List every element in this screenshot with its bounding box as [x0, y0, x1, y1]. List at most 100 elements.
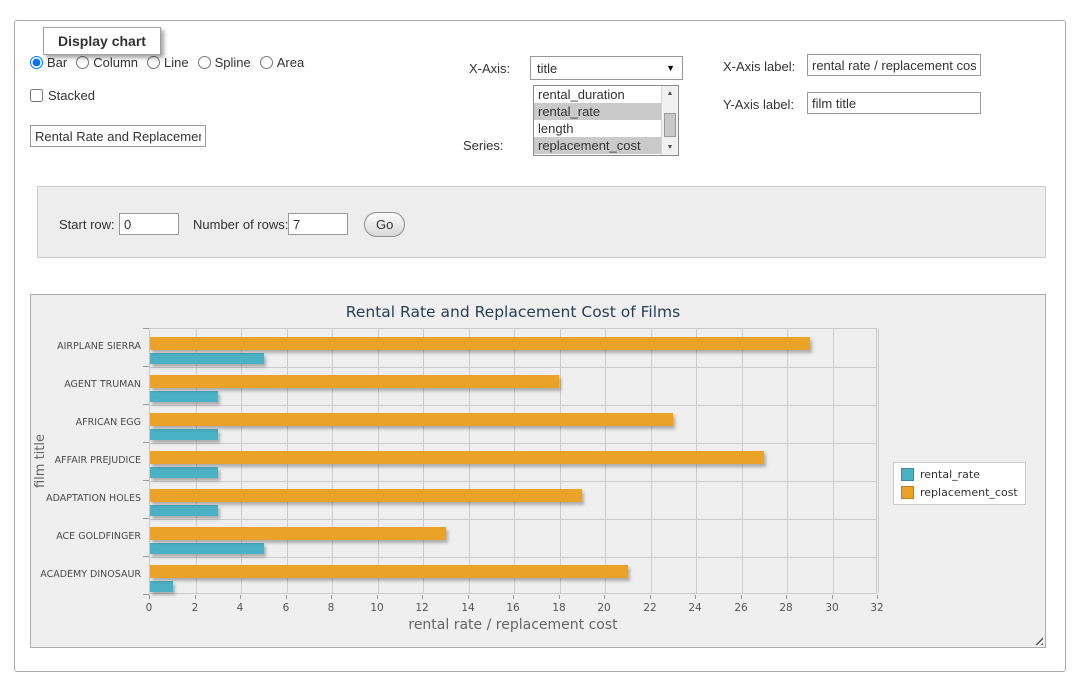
bar-replacement_cost: [150, 527, 446, 540]
chart-title-input[interactable]: [30, 125, 206, 147]
rows-panel: Start row: Number of rows: Go: [37, 186, 1046, 258]
x-tick-label: 20: [584, 602, 624, 614]
legend-swatch-replacement_cost: [901, 486, 914, 499]
x-tick-label: 26: [721, 602, 761, 614]
x-tick-mark: [240, 595, 241, 599]
x-tick-label: 2: [175, 602, 215, 614]
chart-type-line-label: Line: [164, 55, 189, 70]
x-tick-label: 32: [857, 602, 897, 614]
y-tick-mark: [143, 404, 149, 405]
stacked-checkbox-row[interactable]: Stacked: [30, 88, 95, 103]
chart-type-line[interactable]: Line: [147, 55, 189, 70]
stacked-label: Stacked: [48, 88, 95, 103]
chart-type-line-radio[interactable]: [147, 56, 160, 69]
bar-rental_rate: [150, 467, 218, 478]
x-tick-mark: [741, 595, 742, 599]
chart-type-column-radio[interactable]: [76, 56, 89, 69]
x-axis-select-value: title: [537, 61, 557, 76]
stacked-checkbox[interactable]: [30, 89, 43, 102]
chart-type-bar-radio[interactable]: [30, 56, 43, 69]
x-tick-mark: [559, 595, 560, 599]
x-tick-label: 28: [766, 602, 806, 614]
bar-rental_rate: [150, 543, 264, 554]
page: Display chart Bar Column Line Spline Are…: [0, 0, 1081, 681]
x-tick-mark: [604, 595, 605, 599]
chart-type-column[interactable]: Column: [76, 55, 138, 70]
bar-rental_rate: [150, 581, 173, 592]
scrollbar-thumb[interactable]: [664, 113, 676, 137]
x-tick-label: 30: [812, 602, 852, 614]
category-tick-label: AGENT TRUMAN: [31, 379, 141, 390]
x-tick-label: 24: [675, 602, 715, 614]
x-tick-mark: [468, 595, 469, 599]
go-button[interactable]: Go: [364, 212, 405, 237]
series-option-replacement-cost[interactable]: replacement_cost: [534, 137, 678, 154]
x-tick-mark: [650, 595, 651, 599]
x-tick-mark: [377, 595, 378, 599]
legend-label-rental_rate: rental_rate: [920, 468, 980, 481]
chart-type-spline[interactable]: Spline: [198, 55, 251, 70]
gridline: [150, 367, 876, 368]
gridline: [878, 329, 879, 593]
x-axis-label-label: X-Axis label:: [723, 59, 795, 74]
x-tick-label: 4: [220, 602, 260, 614]
y-axis-label-label: Y-Axis label:: [723, 97, 794, 112]
chart-type-radio-group: Bar Column Line Spline Area: [30, 55, 304, 70]
series-option-length[interactable]: length: [534, 120, 678, 137]
gridline: [150, 443, 876, 444]
scroll-down-icon[interactable]: ▼: [662, 140, 678, 155]
legend-label-replacement_cost: replacement_cost: [920, 486, 1018, 499]
num-rows-label: Number of rows:: [193, 217, 288, 232]
chevron-down-icon: ▼: [666, 63, 675, 73]
chart-type-bar[interactable]: Bar: [30, 55, 67, 70]
series-option-rental-duration[interactable]: rental_duration: [534, 86, 678, 103]
category-tick-label: AFFAIR PREJUDICE: [31, 455, 141, 466]
category-tick-label: ACADEMY DINOSAUR: [31, 569, 141, 580]
chart-type-area-label: Area: [277, 55, 304, 70]
bar-replacement_cost: [150, 413, 673, 426]
category-tick-label: ACE GOLDFINGER: [31, 531, 141, 542]
bar-replacement_cost: [150, 337, 810, 350]
x-tick-label: 6: [266, 602, 306, 614]
listbox-scrollbar[interactable]: ▲ ▼: [661, 86, 678, 155]
chart-legend: rental_rate replacement_cost: [893, 462, 1026, 505]
category-tick-label: AFRICAN EGG: [31, 417, 141, 428]
chart-type-area[interactable]: Area: [260, 55, 304, 70]
gridline: [150, 519, 876, 520]
series-option-rental-rate[interactable]: rental_rate: [534, 103, 678, 120]
resize-handle-icon[interactable]: [1032, 634, 1043, 645]
y-tick-mark: [143, 518, 149, 519]
x-tick-mark: [422, 595, 423, 599]
series-list-label: Series:: [463, 138, 503, 153]
x-axis-select-label: X-Axis:: [469, 61, 510, 76]
chart-title: Rental Rate and Replacement Cost of Film…: [149, 303, 877, 321]
bar-rental_rate: [150, 505, 218, 516]
x-axis-label-input[interactable]: [807, 54, 981, 76]
chart-type-spline-radio[interactable]: [198, 56, 211, 69]
y-tick-mark: [143, 480, 149, 481]
gridline: [787, 329, 788, 593]
x-tick-mark: [695, 595, 696, 599]
y-tick-mark: [143, 556, 149, 557]
num-rows-input[interactable]: [288, 213, 348, 235]
start-row-input[interactable]: [119, 213, 179, 235]
chart-x-axis-title: rental rate / replacement cost: [149, 617, 877, 633]
gridline: [150, 557, 876, 558]
gridline: [150, 405, 876, 406]
x-tick-label: 10: [357, 602, 397, 614]
bar-replacement_cost: [150, 451, 764, 464]
y-tick-mark: [143, 442, 149, 443]
series-listbox[interactable]: rental_duration rental_rate length repla…: [533, 85, 679, 156]
bar-rental_rate: [150, 429, 218, 440]
x-tick-mark: [877, 595, 878, 599]
chart-type-area-radio[interactable]: [260, 56, 273, 69]
legend-row: replacement_cost: [901, 486, 1018, 499]
x-axis-select[interactable]: title ▼: [530, 56, 683, 80]
x-tick-mark: [286, 595, 287, 599]
scroll-up-icon[interactable]: ▲: [662, 86, 678, 101]
gridline: [150, 481, 876, 482]
y-axis-label-input[interactable]: [807, 92, 981, 114]
chart-container: Rental Rate and Replacement Cost of Film…: [30, 294, 1046, 648]
x-tick-mark: [786, 595, 787, 599]
legend-row: rental_rate: [901, 468, 1018, 481]
